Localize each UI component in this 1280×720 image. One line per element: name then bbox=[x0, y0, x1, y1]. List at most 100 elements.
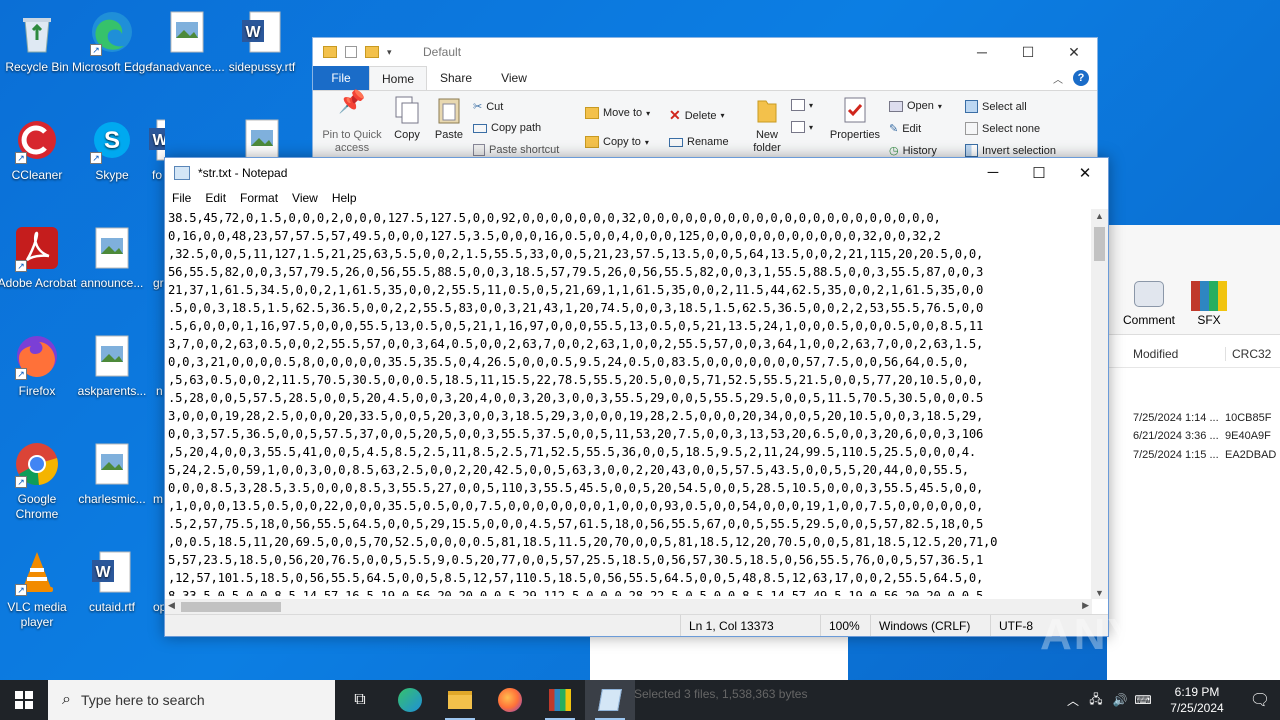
scroll-down-icon[interactable]: ▼ bbox=[1095, 588, 1104, 598]
text-line: ,32.5,0,0,5,11,127,1.5,21,25,63,5.5,0,0,… bbox=[168, 247, 984, 261]
minimize-button[interactable]: ─ bbox=[970, 164, 1016, 182]
desktop-icon-op[interactable]: op bbox=[150, 548, 164, 615]
new-folder-icon[interactable] bbox=[365, 46, 379, 58]
text-line: 8,33,5,0,5,0,0,8,5,14,57,16,5,19,0,56,20… bbox=[168, 589, 984, 596]
collapse-ribbon-icon[interactable]: ︿ bbox=[1053, 71, 1063, 86]
rename-button[interactable]: Rename bbox=[669, 136, 729, 148]
image-file-icon bbox=[88, 332, 136, 380]
history-button[interactable]: ◷ History bbox=[889, 144, 937, 158]
taskbar-file-explorer[interactable] bbox=[435, 680, 485, 720]
copy-path-button[interactable]: Copy path bbox=[473, 122, 541, 134]
quick-access-toolbar: ▾ bbox=[313, 46, 423, 58]
help-icon[interactable]: ? bbox=[1073, 70, 1089, 86]
scroll-up-icon[interactable]: ▲ bbox=[1095, 211, 1104, 221]
scroll-left-icon[interactable]: ◀ bbox=[168, 600, 175, 611]
sfx-button[interactable]: SFX bbox=[1187, 281, 1231, 327]
cut-button[interactable]: ✂ Cut bbox=[473, 100, 503, 114]
copy-button[interactable]: Copy bbox=[391, 95, 423, 142]
paste-shortcut-label: Paste shortcut bbox=[489, 144, 560, 156]
close-button[interactable]: ✕ bbox=[1062, 164, 1108, 182]
modified-cell: 7/25/2024 1:15 ... bbox=[1133, 449, 1219, 461]
taskbar-winrar[interactable] bbox=[535, 680, 585, 720]
copy-to-button[interactable]: Copy to ▾ bbox=[585, 136, 649, 148]
start-button[interactable] bbox=[0, 680, 48, 720]
move-to-button[interactable]: Move to ▾ bbox=[585, 107, 650, 119]
vertical-scrollbar[interactable]: ▲ ▼ bbox=[1091, 209, 1108, 599]
file-row[interactable]: 7/25/2024 1:14 ... 10CB85F bbox=[1107, 412, 1280, 430]
close-button[interactable]: ✕ bbox=[1051, 44, 1097, 61]
desktop-icon-askparents[interactable]: askparents... bbox=[70, 332, 154, 399]
select-all-button[interactable]: Select all bbox=[965, 100, 1027, 113]
column-crc32[interactable]: CRC32 bbox=[1225, 346, 1271, 361]
taskbar-search-box[interactable]: ⌕ Type here to search bbox=[48, 680, 335, 720]
horizontal-scrollbar[interactable]: ◀ ▶ bbox=[165, 599, 1092, 615]
maximize-button[interactable]: ☐ bbox=[1016, 164, 1062, 182]
open-button[interactable]: Open ▾ bbox=[889, 100, 942, 112]
desktop-icon-announce[interactable]: announce... bbox=[70, 224, 154, 291]
taskbar-firefox[interactable] bbox=[485, 680, 535, 720]
delete-button[interactable]: ✕ Delete ▾ bbox=[669, 107, 725, 124]
desktop-icon-skype[interactable]: S ↗ Skype bbox=[70, 116, 154, 183]
network-icon[interactable]: 🖧 bbox=[1084, 690, 1108, 711]
copy-label: Copy bbox=[394, 129, 420, 141]
desktop-icon-n[interactable]: n bbox=[150, 332, 164, 399]
tab-share[interactable]: Share bbox=[427, 66, 485, 90]
desktop-icon-recycle-bin[interactable]: Recycle Bin bbox=[0, 8, 79, 75]
paste-button[interactable]: Paste bbox=[431, 95, 467, 142]
column-modified[interactable]: Modified bbox=[1107, 347, 1225, 361]
desktop-icon-cutaid[interactable]: W cutaid.rtf bbox=[70, 548, 154, 615]
file-row[interactable]: 7/25/2024 1:15 ... EA2DBAD bbox=[1107, 449, 1280, 467]
easy-access-icon bbox=[791, 121, 805, 133]
comment-button[interactable]: Comment bbox=[1121, 281, 1177, 327]
desktop-icon-label: fo bbox=[152, 168, 163, 182]
show-hidden-icons[interactable]: ︿ bbox=[1062, 692, 1084, 709]
desktop-icon-google-chrome[interactable]: ↗ Google Chrome bbox=[0, 440, 79, 522]
desktop-icon-ccleaner[interactable]: ↗ CCleaner bbox=[0, 116, 79, 183]
volume-icon[interactable]: 🔊 bbox=[1108, 693, 1132, 707]
taskbar-edge[interactable] bbox=[385, 680, 435, 720]
chevron-down-icon[interactable]: ▾ bbox=[387, 47, 392, 58]
notepad-text-area[interactable]: 38.5,45,72,0,1.5,0,0,0,2,0,0,0,127.5,127… bbox=[168, 209, 1092, 596]
desktop-icon-adobe-acrobat[interactable]: ↗ Adobe Acrobat bbox=[0, 224, 79, 291]
properties-button[interactable]: Properties bbox=[827, 95, 883, 142]
menu-view[interactable]: View bbox=[292, 191, 318, 205]
desktop-icon-charlesmic[interactable]: charlesmic... bbox=[70, 440, 154, 507]
new-folder-button[interactable]: New folder bbox=[747, 95, 787, 155]
desktop-icon-gr[interactable]: gr bbox=[150, 224, 164, 291]
clock[interactable]: 6:19 PM 7/25/2024 bbox=[1154, 684, 1240, 716]
easy-access-button[interactable]: ▾ bbox=[791, 121, 813, 133]
desktop-icon-sidepussy[interactable]: W sidepussy.rtf bbox=[220, 8, 304, 75]
desktop-icon-vlc[interactable]: ↗ VLC media player bbox=[0, 548, 79, 630]
maximize-button[interactable]: ☐ bbox=[1005, 44, 1051, 61]
desktop-icon-firefox[interactable]: ↗ Firefox bbox=[0, 332, 79, 399]
pin-icon: 📌 bbox=[338, 89, 366, 114]
tab-home[interactable]: Home bbox=[369, 66, 427, 90]
menu-help[interactable]: Help bbox=[332, 191, 357, 205]
menu-file[interactable]: File bbox=[172, 191, 191, 205]
horizontal-scroll-thumb[interactable] bbox=[181, 602, 281, 612]
select-none-button[interactable]: Select none bbox=[965, 122, 1040, 135]
properties-check-icon[interactable] bbox=[345, 46, 357, 58]
tab-file[interactable]: File bbox=[313, 66, 369, 90]
vertical-scroll-thumb[interactable] bbox=[1094, 227, 1105, 261]
notification-icon[interactable]: 🗨 bbox=[1240, 690, 1280, 710]
desktop-icon-microsoft-edge[interactable]: ↗ Microsoft Edge bbox=[70, 8, 154, 75]
task-view-button[interactable]: ⧉ bbox=[335, 680, 385, 720]
desktop-icon-label: announce... bbox=[80, 276, 144, 290]
pin-quick-access-button[interactable]: 📌 Pin to Quick access bbox=[319, 89, 385, 155]
file-row[interactable]: 6/21/2024 3:36 ... 9E40A9F bbox=[1107, 430, 1280, 448]
keyboard-icon[interactable]: ⌨ bbox=[1132, 693, 1154, 707]
taskbar-notepad[interactable] bbox=[585, 680, 635, 720]
menu-edit[interactable]: Edit bbox=[205, 191, 226, 205]
tab-view[interactable]: View bbox=[485, 66, 543, 90]
paste-shortcut-button[interactable]: Paste shortcut bbox=[473, 144, 559, 156]
desktop-icon-fanadvance[interactable]: fanadvance.... bbox=[145, 8, 229, 75]
invert-selection-button[interactable]: Invert selection bbox=[965, 144, 1056, 157]
new-item-button[interactable]: ▾ bbox=[791, 99, 813, 111]
edit-button[interactable]: ✎ Edit bbox=[889, 122, 921, 136]
desktop-icon-fo[interactable]: W fo bbox=[145, 116, 165, 183]
status-cursor-position: Ln 1, Col 13373 bbox=[680, 615, 820, 636]
minimize-button[interactable]: ─ bbox=[959, 44, 1005, 61]
menu-format[interactable]: Format bbox=[240, 191, 278, 205]
desktop-icon-m[interactable]: m bbox=[150, 440, 164, 507]
